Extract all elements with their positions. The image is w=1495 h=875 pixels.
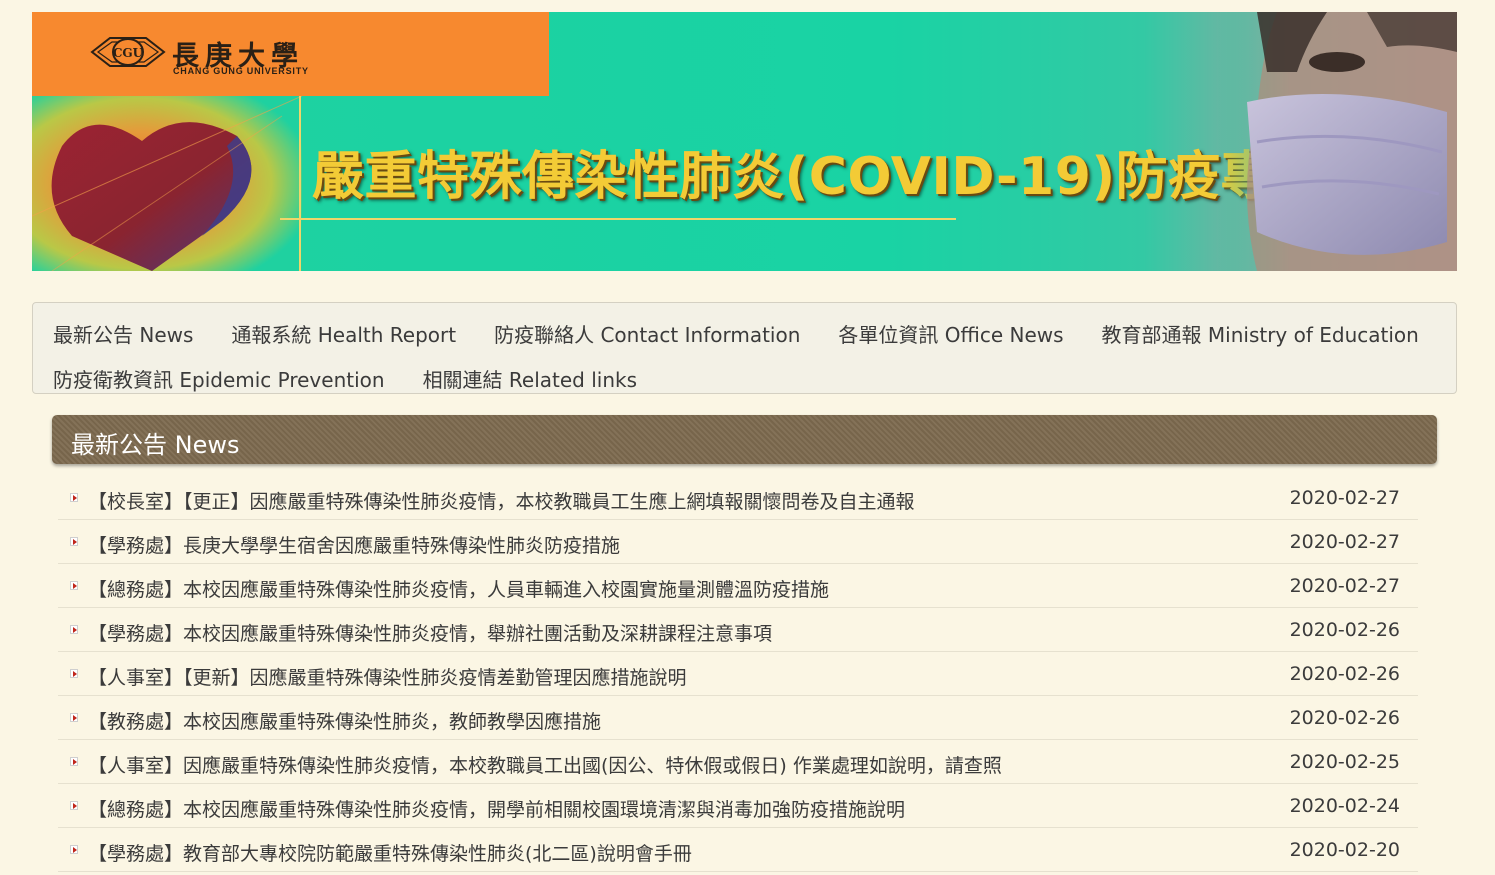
news-date: 2020-02-25 bbox=[1289, 751, 1400, 773]
news-row: 【學務處】教育部大專校院防範嚴重特殊傳染性肺炎(北二區)說明會手冊 2020-0… bbox=[58, 828, 1418, 872]
nav-item-ministry-of-education[interactable]: 教育部通報 Ministry of Education bbox=[1102, 319, 1419, 348]
main-navigation: 最新公告 News 通報系統 Health Report 防疫聯絡人 Conta… bbox=[32, 302, 1457, 394]
bullet-arrow-icon bbox=[70, 801, 78, 810]
news-title-link[interactable]: 【學務處】教育部大專校院防範嚴重特殊傳染性肺炎(北二區)說明會手冊 bbox=[88, 839, 692, 866]
nav-row-2: 防疫衛教資訊 Epidemic Prevention 相關連結 Related … bbox=[53, 356, 1456, 401]
nav-item-related-links[interactable]: 相關連結 Related links bbox=[423, 364, 637, 393]
decorative-horizontal-line bbox=[280, 218, 956, 220]
news-row: 【人事室】因應嚴重特殊傳染性肺炎疫情，本校教職員工出國(因公、特休假或假日) 作… bbox=[58, 740, 1418, 784]
university-emblem-icon: CGU bbox=[90, 37, 166, 67]
news-title-link[interactable]: 【人事室】【更新】因應嚴重特殊傳染性肺炎疫情差勤管理因應措施說明 bbox=[88, 663, 687, 690]
news-title-link[interactable]: 【總務處】本校因應嚴重特殊傳染性肺炎疫情，人員車輛進入校園實施量測體溫防疫措施 bbox=[88, 575, 829, 602]
news-title-link[interactable]: 【學務處】本校因應嚴重特殊傳染性肺炎疫情，舉辦社團活動及深耕課程注意事項 bbox=[88, 619, 772, 646]
news-title-link[interactable]: 【學務處】長庚大學學生宿舍因應嚴重特殊傳染性肺炎防疫措施 bbox=[88, 531, 620, 558]
news-list: 【校長室】【更正】因應嚴重特殊傳染性肺炎疫情，本校教職員工生應上網填報關懷問卷及… bbox=[58, 476, 1418, 872]
news-title-link[interactable]: 【總務處】本校因應嚴重特殊傳染性肺炎疫情，開學前相關校園環境清潔與消毒加強防疫措… bbox=[88, 795, 905, 822]
news-row: 【校長室】【更正】因應嚴重特殊傳染性肺炎疫情，本校教職員工生應上網填報關懷問卷及… bbox=[58, 476, 1418, 520]
news-date: 2020-02-24 bbox=[1289, 795, 1400, 817]
news-row: 【學務處】長庚大學學生宿舍因應嚴重特殊傳染性肺炎防疫措施 2020-02-27 bbox=[58, 520, 1418, 564]
heart-illustration bbox=[32, 96, 302, 271]
news-date: 2020-02-27 bbox=[1289, 487, 1400, 509]
news-section-header: 最新公告 News bbox=[52, 415, 1437, 464]
banner-title: 嚴重特殊傳染性肺炎(COVID-19)防疫專區 bbox=[312, 147, 1326, 207]
nav-item-epidemic-prevention[interactable]: 防疫衛教資訊 Epidemic Prevention bbox=[53, 364, 385, 393]
nav-item-office-news[interactable]: 各單位資訊 Office News bbox=[838, 319, 1063, 348]
nav-item-contact-information[interactable]: 防疫聯絡人 Contact Information bbox=[494, 319, 800, 348]
nav-item-health-report[interactable]: 通報系統 Health Report bbox=[231, 319, 456, 348]
logo-english-name: CHANG GUNG UNIVERSITY bbox=[173, 66, 309, 76]
bullet-arrow-icon bbox=[70, 713, 78, 722]
bullet-arrow-icon bbox=[70, 537, 78, 546]
news-row: 【總務處】本校因應嚴重特殊傳染性肺炎疫情，開學前相關校園環境清潔與消毒加強防疫措… bbox=[58, 784, 1418, 828]
bullet-arrow-icon bbox=[70, 845, 78, 854]
news-row: 【學務處】本校因應嚴重特殊傳染性肺炎疫情，舉辦社團活動及深耕課程注意事項 202… bbox=[58, 608, 1418, 652]
bullet-arrow-icon bbox=[70, 669, 78, 678]
news-title-link[interactable]: 【人事室】因應嚴重特殊傳染性肺炎疫情，本校教職員工出國(因公、特休假或假日) 作… bbox=[88, 751, 1002, 778]
news-date: 2020-02-20 bbox=[1289, 839, 1400, 861]
news-date: 2020-02-27 bbox=[1289, 575, 1400, 597]
news-date: 2020-02-26 bbox=[1289, 707, 1400, 729]
bullet-arrow-icon bbox=[70, 757, 78, 766]
news-row: 【總務處】本校因應嚴重特殊傳染性肺炎疫情，人員車輛進入校園實施量測體溫防疫措施 … bbox=[58, 564, 1418, 608]
nav-row-1: 最新公告 News 通報系統 Health Report 防疫聯絡人 Conta… bbox=[53, 311, 1456, 356]
bullet-arrow-icon bbox=[70, 581, 78, 590]
bullet-arrow-icon bbox=[70, 625, 78, 634]
section-title: 最新公告 News bbox=[71, 431, 240, 459]
masked-face-photo bbox=[1217, 12, 1457, 271]
logo-box[interactable]: CGU 長庚大學 CHANG GUNG UNIVERSITY bbox=[32, 12, 549, 96]
news-row: 【人事室】【更新】因應嚴重特殊傳染性肺炎疫情差勤管理因應措施說明 2020-02… bbox=[58, 652, 1418, 696]
news-date: 2020-02-26 bbox=[1289, 663, 1400, 685]
bullet-arrow-icon bbox=[70, 493, 78, 502]
nav-item-news[interactable]: 最新公告 News bbox=[53, 319, 193, 348]
decorative-vertical-line bbox=[299, 96, 301, 271]
news-title-link[interactable]: 【校長室】【更正】因應嚴重特殊傳染性肺炎疫情，本校教職員工生應上網填報關懷問卷及… bbox=[88, 487, 915, 514]
news-date: 2020-02-27 bbox=[1289, 531, 1400, 553]
news-title-link[interactable]: 【教務處】本校因應嚴重特殊傳染性肺炎，教師教學因應措施 bbox=[88, 707, 601, 734]
emblem-text: CGU bbox=[113, 46, 144, 60]
news-row: 【教務處】本校因應嚴重特殊傳染性肺炎，教師教學因應措施 2020-02-26 bbox=[58, 696, 1418, 740]
news-date: 2020-02-26 bbox=[1289, 619, 1400, 641]
banner: CGU 長庚大學 CHANG GUNG UNIVERSITY 嚴重特殊傳染性肺炎… bbox=[32, 12, 1457, 271]
